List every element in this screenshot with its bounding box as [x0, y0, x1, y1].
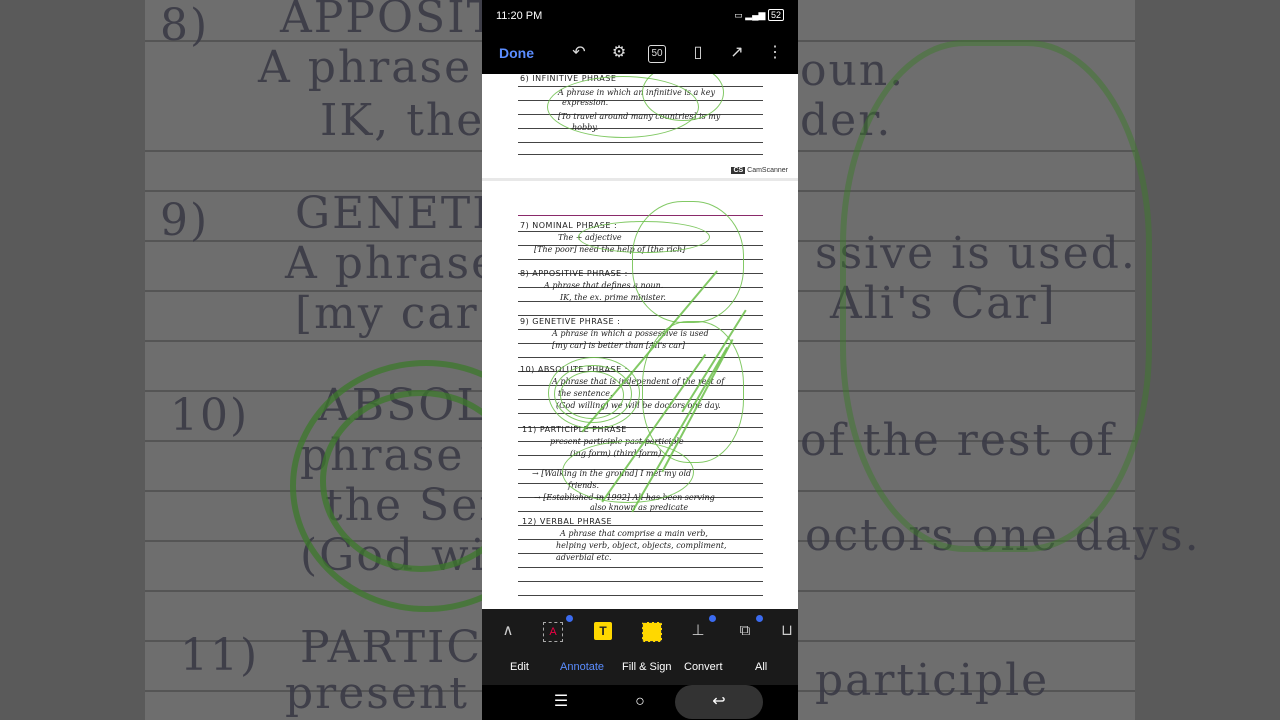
stamp-icon[interactable]: ⊥ — [686, 619, 710, 643]
signal-icon: ▂▄▆ — [745, 10, 766, 20]
text-box-icon[interactable]: A — [543, 622, 563, 642]
tab-all[interactable]: All — [755, 661, 767, 673]
bg-text: 9) — [160, 195, 210, 246]
top-toolbar: Done ↶ ⚙ 50 ▯ ↗ ⋮ — [482, 32, 798, 74]
document-page-top: 6) INFINITIVE PHRASE A phrase in which a… — [482, 74, 798, 178]
document-page-main: 7) NOMINAL PHRASE : The + adjective [The… — [482, 181, 798, 609]
page-line: helping verb, object, objects, complimen… — [556, 541, 727, 550]
ai-tools-icon[interactable]: ⚙ — [608, 42, 630, 64]
tab-fill-sign[interactable]: Fill & Sign — [622, 661, 672, 673]
new-feature-dot — [566, 615, 573, 622]
status-icons: ▭ ▂▄▆ 52 — [734, 9, 784, 21]
page-line: adverbial etc. — [556, 553, 612, 562]
bg-text: participle — [815, 655, 1050, 706]
status-time: 11:20 PM — [496, 10, 543, 22]
page-line: also known as predicate — [590, 503, 689, 512]
done-button[interactable]: Done — [499, 45, 534, 61]
page-line: 9) GENETIVE PHRASE : — [520, 317, 621, 326]
bg-text: 11) — [180, 630, 260, 681]
more-tools-icon[interactable]: ⊔ — [780, 619, 794, 643]
phone-screen: 11:20 PM ▭ ▂▄▆ 52 Done ↶ ⚙ 50 ▯ ↗ ⋮ 6) I… — [482, 0, 798, 720]
page-count-badge[interactable]: 50 — [648, 45, 666, 63]
document-viewer[interactable]: 6) INFINITIVE PHRASE A phrase in which a… — [482, 74, 798, 609]
page-line: A phrase that comprise a main verb, — [560, 529, 708, 538]
tab-annotate[interactable]: Annotate — [560, 661, 604, 673]
tab-convert[interactable]: Convert — [684, 661, 723, 673]
shapes-icon[interactable]: ⧉ — [733, 619, 757, 643]
bg-text: [my car — [295, 288, 479, 339]
new-feature-dot — [709, 615, 716, 622]
bg-text: 10) — [170, 390, 250, 441]
battery-icon: 52 — [767, 9, 784, 21]
system-nav-bar: ☰ ○ ↩ — [482, 685, 798, 720]
reading-mode-icon[interactable]: ▯ — [687, 42, 709, 64]
text-highlight-icon[interactable]: T — [594, 622, 612, 640]
tab-edit[interactable]: Edit — [510, 661, 529, 673]
page-line: 8) APPOSITIVE PHRASE : — [520, 269, 628, 278]
back-icon[interactable]: ↩ — [704, 689, 734, 715]
undo-icon[interactable]: ↶ — [568, 42, 590, 64]
camscanner-watermark: CS CamScanner — [731, 167, 788, 174]
cast-icon: ▭ — [734, 10, 743, 20]
recent-apps-icon[interactable]: ☰ — [546, 689, 576, 715]
area-highlight-icon[interactable] — [642, 622, 662, 642]
bg-text: IK, the — [320, 95, 485, 146]
more-options-icon[interactable]: ⋮ — [764, 42, 786, 64]
new-feature-dot — [756, 615, 763, 622]
status-bar: 11:20 PM ▭ ▂▄▆ 52 — [482, 0, 798, 32]
share-icon[interactable]: ↗ — [726, 42, 748, 64]
pen-icon[interactable]: ∧ — [496, 619, 520, 643]
page-line: 12) VERBAL PHRASE — [522, 517, 613, 526]
home-icon[interactable]: ○ — [625, 689, 655, 715]
bg-text: 8) — [160, 0, 210, 51]
